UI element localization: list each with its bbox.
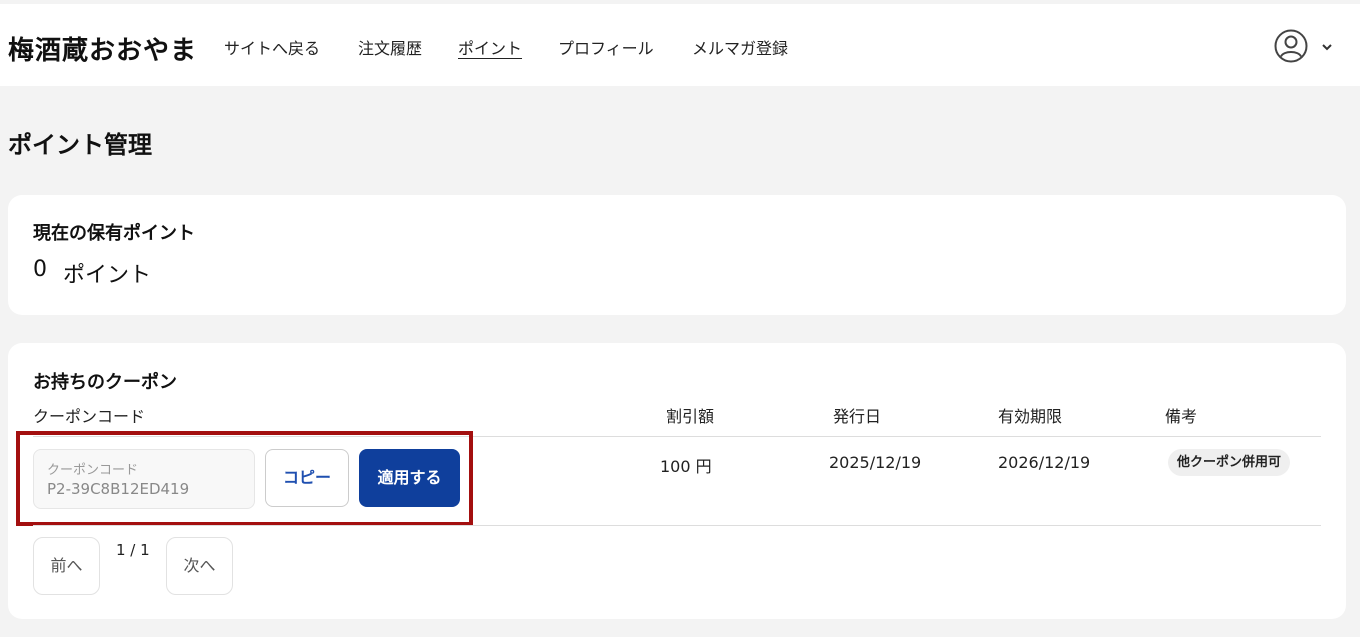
points-value: 0 [33, 257, 47, 282]
brand-logo[interactable]: 梅酒蔵おおやま [8, 30, 197, 67]
page-title: ポイント管理 [8, 131, 152, 159]
nav-points[interactable]: ポイント [458, 35, 522, 59]
discount-value: 100 円 [660, 457, 712, 476]
copy-button[interactable]: コピー [265, 449, 349, 507]
nav-order-history[interactable]: 注文履歴 [358, 35, 422, 59]
coupon-code-field-label: クーポンコード [47, 463, 139, 478]
points-unit: ポイント [63, 263, 152, 288]
column-header-coupon-code: クーポンコード [33, 407, 146, 426]
expiry-date: 2026/12/19 [998, 453, 1091, 472]
user-circle-icon [1274, 29, 1308, 63]
nav-profile[interactable]: プロフィール [558, 35, 654, 59]
table-header-divider [33, 436, 1321, 437]
column-header-expires: 有効期限 [998, 407, 1063, 426]
page-indicator: 1 / 1 [116, 541, 150, 559]
coupons-title: お持ちのクーポン [33, 372, 177, 393]
column-header-note: 備考 [1165, 407, 1198, 426]
column-header-discount: 割引額 [666, 407, 715, 426]
coupon-code-field[interactable]: クーポンコード P2-39C8B12ED419 [33, 449, 255, 509]
site-header: 梅酒蔵おおやま サイトへ戻る 注文履歴 ポイント プロフィール メルマガ登録 [0, 4, 1360, 86]
issued-date: 2025/12/19 [829, 453, 922, 472]
nav-newsletter[interactable]: メルマガ登録 [692, 35, 788, 59]
column-header-issued: 発行日 [833, 407, 882, 426]
nav-back-to-site[interactable]: サイトへ戻る [224, 35, 320, 59]
coupon-code-value: P2-39C8B12ED419 [47, 480, 190, 498]
points-card: 現在の保有ポイント 0 ポイント [8, 195, 1346, 315]
previous-page-button[interactable]: 前へ [33, 537, 100, 595]
next-page-button[interactable]: 次へ [166, 537, 233, 595]
chevron-down-icon [1322, 44, 1332, 51]
user-menu[interactable] [1274, 29, 1334, 65]
points-label: 現在の保有ポイント [33, 223, 195, 244]
table-row-divider [33, 525, 1321, 526]
note-badge: 他クーポン併用可 [1168, 449, 1291, 476]
apply-button[interactable]: 適用する [359, 449, 460, 507]
coupons-card: お持ちのクーポン クーポンコード 割引額 発行日 有効期限 備考 クーポンコード… [8, 343, 1346, 619]
